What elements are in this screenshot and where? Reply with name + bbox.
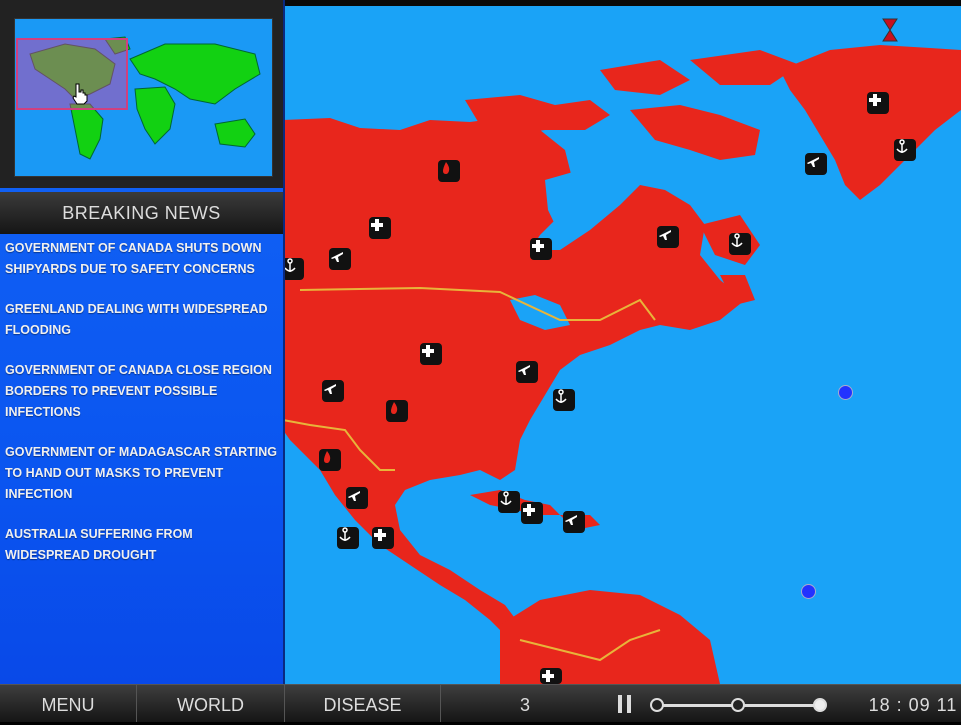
seaport-icon[interactable] [498, 491, 520, 513]
seaport-icon[interactable] [894, 139, 916, 161]
day-counter: 3 [519, 695, 530, 715]
hospital-icon[interactable] [372, 527, 394, 549]
news-item: GREENLAND DEALING WITH WIDESPREAD FLOODI… [5, 302, 268, 337]
airport-icon[interactable] [322, 380, 344, 402]
speed-slow-knob[interactable] [650, 698, 664, 712]
hospital-icon[interactable] [867, 92, 889, 114]
ship-icon[interactable] [801, 584, 816, 599]
left-panel: BREAKING NEWS GOVERNMENT OF CANADA SHUTS… [0, 0, 285, 684]
hospital-icon[interactable] [521, 502, 543, 524]
game-clock: 18 : 09 11 [868, 695, 958, 715]
speed-medium-knob[interactable] [731, 698, 745, 712]
airport-icon[interactable] [657, 226, 679, 248]
fire-icon[interactable] [386, 400, 408, 422]
news-item: GOVERNMENT OF CANADA SHUTS DOWN SHIPYARD… [5, 241, 262, 276]
hospital-icon[interactable] [540, 668, 562, 684]
speed-slider[interactable] [650, 698, 827, 712]
seaport-icon[interactable] [729, 233, 751, 255]
airport-icon[interactable] [563, 511, 585, 533]
disease-button[interactable]: DISEASE [285, 685, 441, 722]
menu-button[interactable]: MENU [0, 685, 137, 722]
ship-icon[interactable] [838, 385, 853, 400]
news-item: GOVERNMENT OF CANADA CLOSE REGION BORDER… [5, 363, 272, 419]
airport-icon[interactable] [516, 361, 538, 383]
airport-icon[interactable] [805, 153, 827, 175]
airport-icon[interactable] [346, 487, 368, 509]
airport-icon[interactable] [329, 248, 351, 270]
seaport-icon[interactable] [337, 527, 359, 549]
hospital-icon[interactable] [369, 217, 391, 239]
fire-icon[interactable] [438, 160, 460, 182]
seaport-icon[interactable] [553, 389, 575, 411]
breaking-news-header: BREAKING NEWS [0, 192, 283, 234]
news-item: AUSTRALIA SUFFERING FROM WIDESPREAD DROU… [5, 527, 193, 562]
news-item: GOVERNMENT OF MADAGASCAR STARTING TO HAN… [5, 445, 277, 501]
hospital-icon[interactable] [530, 238, 552, 260]
world-button[interactable]: WORLD [137, 685, 285, 722]
news-list: GOVERNMENT OF CANADA SHUTS DOWN SHIPYARD… [5, 238, 277, 585]
pause-button[interactable] [618, 695, 634, 713]
seaport-icon[interactable] [282, 258, 304, 280]
hand-cursor-icon [72, 83, 88, 105]
minimap[interactable] [14, 18, 273, 177]
hospital-icon[interactable] [420, 343, 442, 365]
minimap-frame [0, 0, 283, 188]
speed-fast-knob[interactable] [813, 698, 827, 712]
hourglass-icon[interactable] [882, 18, 898, 42]
fire-icon[interactable] [319, 449, 341, 471]
